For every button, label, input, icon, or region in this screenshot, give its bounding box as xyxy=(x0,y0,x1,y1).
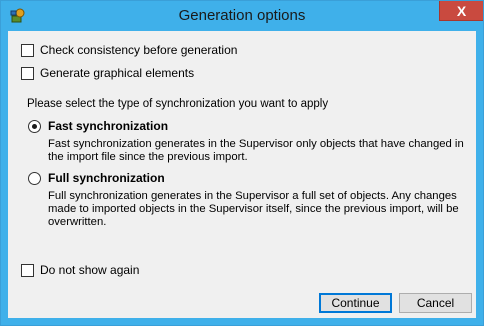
fast-sync-label: Fast synchronization xyxy=(48,119,169,133)
cancel-button[interactable]: Cancel xyxy=(399,293,472,313)
do-not-show-label: Do not show again xyxy=(40,263,140,277)
fast-sync-radio[interactable] xyxy=(28,119,41,133)
fast-sync-option[interactable]: Fast synchronization xyxy=(28,118,168,134)
check-consistency-option[interactable]: Check consistency before generation xyxy=(21,42,237,58)
check-consistency-checkbox[interactable] xyxy=(21,43,34,57)
close-button[interactable]: X xyxy=(439,1,483,21)
continue-button[interactable]: Continue xyxy=(319,293,392,313)
fast-sync-description: Fast synchronization generates in the Su… xyxy=(48,138,464,163)
window-title: Generation options xyxy=(178,7,306,24)
full-sync-description: Full synchronization generates in the Su… xyxy=(48,190,459,228)
title-bar[interactable]: Generation options X xyxy=(1,1,483,31)
graphical-elements-option[interactable]: Generate graphical elements xyxy=(21,65,194,81)
full-sync-radio[interactable] xyxy=(28,171,41,185)
dialog-body: Check consistency before generation Gene… xyxy=(8,31,476,318)
do-not-show-option[interactable]: Do not show again xyxy=(21,262,139,278)
do-not-show-checkbox[interactable] xyxy=(21,263,34,277)
graphical-elements-label: Generate graphical elements xyxy=(40,66,195,80)
graphical-elements-checkbox[interactable] xyxy=(21,66,34,80)
dialog-window: Generation options X Check consistency b… xyxy=(0,0,484,326)
check-consistency-label: Check consistency before generation xyxy=(40,43,238,57)
sync-type-prompt: Please select the type of synchronizatio… xyxy=(27,98,329,110)
full-sync-label: Full synchronization xyxy=(48,171,165,185)
full-sync-option[interactable]: Full synchronization xyxy=(28,170,165,186)
close-icon: X xyxy=(456,3,467,19)
